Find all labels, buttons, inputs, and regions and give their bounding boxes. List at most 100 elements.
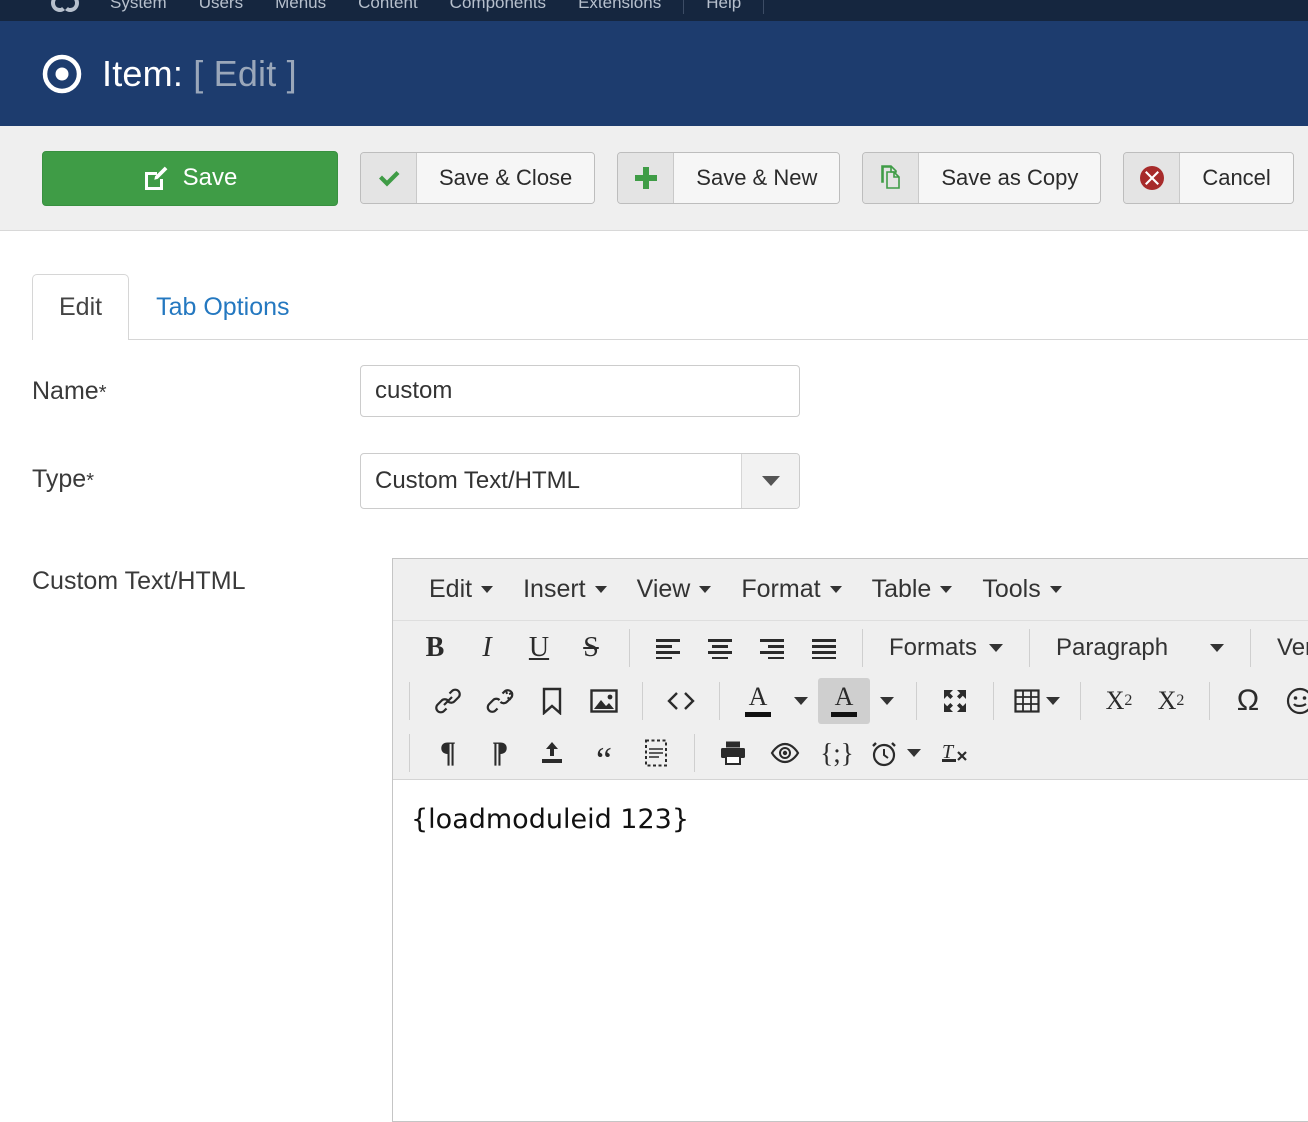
joomla-logo-icon[interactable] bbox=[46, 0, 84, 20]
save-button[interactable]: Save bbox=[42, 150, 338, 206]
cancel-button[interactable]: Cancel bbox=[1123, 152, 1294, 204]
preview-icon[interactable] bbox=[759, 730, 811, 776]
save-and-close-button[interactable]: Save & Close bbox=[360, 152, 596, 204]
emoticon-icon[interactable] bbox=[1274, 678, 1308, 724]
anchor-icon[interactable] bbox=[526, 678, 578, 724]
source-code-icon[interactable] bbox=[655, 678, 707, 724]
toolbar-divider-3 bbox=[1029, 629, 1031, 667]
blockquote-icon[interactable]: “ bbox=[578, 730, 630, 778]
formats-dropdown-label: Formats bbox=[889, 634, 978, 661]
strikethrough-icon[interactable]: S bbox=[565, 625, 617, 671]
tab-tab-options[interactable]: Tab Options bbox=[129, 274, 316, 340]
chevron-down-icon bbox=[481, 586, 494, 593]
align-right-icon[interactable] bbox=[746, 625, 798, 671]
copy-icon bbox=[863, 153, 920, 203]
editor-menu-table-label: Table bbox=[871, 575, 932, 603]
topmenu-item-help[interactable]: Help bbox=[690, 0, 757, 20]
editor-content-text: {loadmoduleid 123} bbox=[411, 804, 690, 835]
subscript-icon[interactable]: X2 bbox=[1093, 678, 1145, 724]
link-icon[interactable] bbox=[422, 678, 474, 724]
rtl-icon[interactable]: ¶ bbox=[474, 730, 526, 776]
save-and-close-label: Save & Close bbox=[417, 153, 595, 203]
toolbar-divider-r2-c bbox=[719, 682, 720, 720]
editor-menu-view-label: View bbox=[636, 575, 691, 603]
chevron-down-icon bbox=[940, 586, 953, 593]
topmenu-divider-2 bbox=[763, 0, 765, 14]
chevron-down-icon bbox=[1046, 697, 1060, 705]
chevron-down-icon bbox=[594, 586, 607, 593]
editor-menu-table[interactable]: Table bbox=[858, 569, 967, 610]
chevron-down-icon bbox=[907, 749, 921, 757]
save-and-new-button[interactable]: Save & New bbox=[617, 152, 841, 204]
topmenu-item-menus[interactable]: Menus bbox=[259, 0, 342, 20]
topmenu-divider bbox=[683, 0, 685, 14]
save-button-label: Save bbox=[182, 164, 238, 191]
topmenu-item-users[interactable]: Users bbox=[183, 0, 259, 20]
type-select[interactable]: Custom Text/HTML bbox=[360, 453, 800, 509]
background-color-dropdown-arrow[interactable] bbox=[870, 678, 904, 724]
form-row-name: Name* bbox=[0, 365, 1308, 417]
save-as-copy-button[interactable]: Save as Copy bbox=[862, 152, 1102, 204]
italic-icon[interactable]: I bbox=[461, 625, 513, 671]
editor-menubar: Edit Insert View Format Table Tools bbox=[393, 559, 1308, 621]
chevron-down-icon bbox=[699, 586, 712, 593]
form-row-type: Type* Custom Text/HTML bbox=[0, 453, 1308, 509]
action-toolbar: Save Save & Close Save & New Save as Cop… bbox=[0, 126, 1308, 231]
chevron-down-icon bbox=[1049, 586, 1062, 593]
table-icon[interactable] bbox=[1006, 678, 1068, 724]
editor-menu-insert[interactable]: Insert bbox=[509, 569, 621, 610]
chevron-down-icon bbox=[1210, 644, 1225, 652]
special-character-icon[interactable]: Ω bbox=[1222, 678, 1274, 724]
pencil-square-icon bbox=[143, 165, 169, 191]
editor-menu-tools-label: Tools bbox=[982, 575, 1041, 603]
topmenu-item-extensions[interactable]: Extensions bbox=[562, 0, 677, 20]
align-center-icon[interactable] bbox=[694, 625, 746, 671]
topmenu-item-system[interactable]: System bbox=[94, 0, 183, 20]
editor-content-area[interactable]: {loadmoduleid 123} bbox=[393, 779, 1308, 1109]
text-color-swatch bbox=[745, 712, 771, 717]
chevron-down-icon bbox=[829, 586, 842, 593]
blockformat-dropdown[interactable]: Paragraph bbox=[1042, 625, 1238, 671]
topmenu-item-content[interactable]: Content bbox=[342, 0, 434, 20]
editor-menu-edit[interactable]: Edit bbox=[415, 569, 507, 610]
bullseye-icon bbox=[40, 52, 84, 96]
underline-icon[interactable]: U bbox=[513, 625, 565, 671]
background-color-swatch bbox=[831, 712, 857, 717]
topmenu-item-components[interactable]: Components bbox=[434, 0, 562, 20]
page-break-icon[interactable] bbox=[630, 730, 682, 776]
superscript-icon[interactable]: X2 bbox=[1145, 678, 1197, 724]
formats-dropdown[interactable]: Formats bbox=[875, 625, 1017, 671]
text-color-control: A bbox=[732, 678, 818, 724]
fullscreen-icon[interactable] bbox=[929, 678, 981, 724]
tab-bar: Edit Tab Options bbox=[32, 268, 1308, 341]
editor-menu-view[interactable]: View bbox=[623, 569, 726, 610]
ltr-icon[interactable]: ¶ bbox=[422, 730, 474, 776]
align-left-icon[interactable] bbox=[642, 625, 694, 671]
unlink-icon[interactable] bbox=[474, 678, 526, 724]
editor-menu-edit-label: Edit bbox=[429, 575, 473, 603]
image-icon[interactable] bbox=[578, 678, 630, 724]
background-color-icon[interactable]: A bbox=[818, 678, 870, 724]
name-input[interactable] bbox=[360, 365, 800, 417]
toolbar-divider-r2-a bbox=[409, 682, 410, 720]
tab-tab-options-label: Tab Options bbox=[156, 293, 290, 321]
code-snippet-icon[interactable]: {;} bbox=[811, 730, 863, 776]
bold-icon[interactable]: B bbox=[409, 625, 461, 671]
chevron-down-icon[interactable] bbox=[741, 454, 799, 508]
chevron-down-icon bbox=[989, 644, 1004, 652]
text-color-icon[interactable]: A bbox=[732, 678, 784, 724]
tab-edit[interactable]: Edit bbox=[32, 274, 130, 341]
insert-datetime-icon[interactable] bbox=[863, 730, 929, 776]
toolbar-divider-r2-g bbox=[1209, 682, 1210, 720]
fontfamily-dropdown[interactable]: Verda bbox=[1263, 625, 1308, 671]
remove-format-icon[interactable]: T bbox=[929, 730, 981, 776]
editor-menu-format[interactable]: Format bbox=[727, 569, 855, 610]
editor-menu-format-label: Format bbox=[741, 575, 821, 603]
print-icon[interactable] bbox=[707, 730, 759, 776]
align-justify-icon[interactable] bbox=[798, 625, 850, 671]
editor-menu-tools[interactable]: Tools bbox=[968, 569, 1075, 610]
page-title-suffix: [ Edit ] bbox=[193, 52, 297, 94]
text-color-dropdown-arrow[interactable] bbox=[784, 678, 818, 724]
toolbar-divider-4 bbox=[1250, 629, 1252, 667]
insert-file-icon[interactable] bbox=[526, 730, 578, 776]
